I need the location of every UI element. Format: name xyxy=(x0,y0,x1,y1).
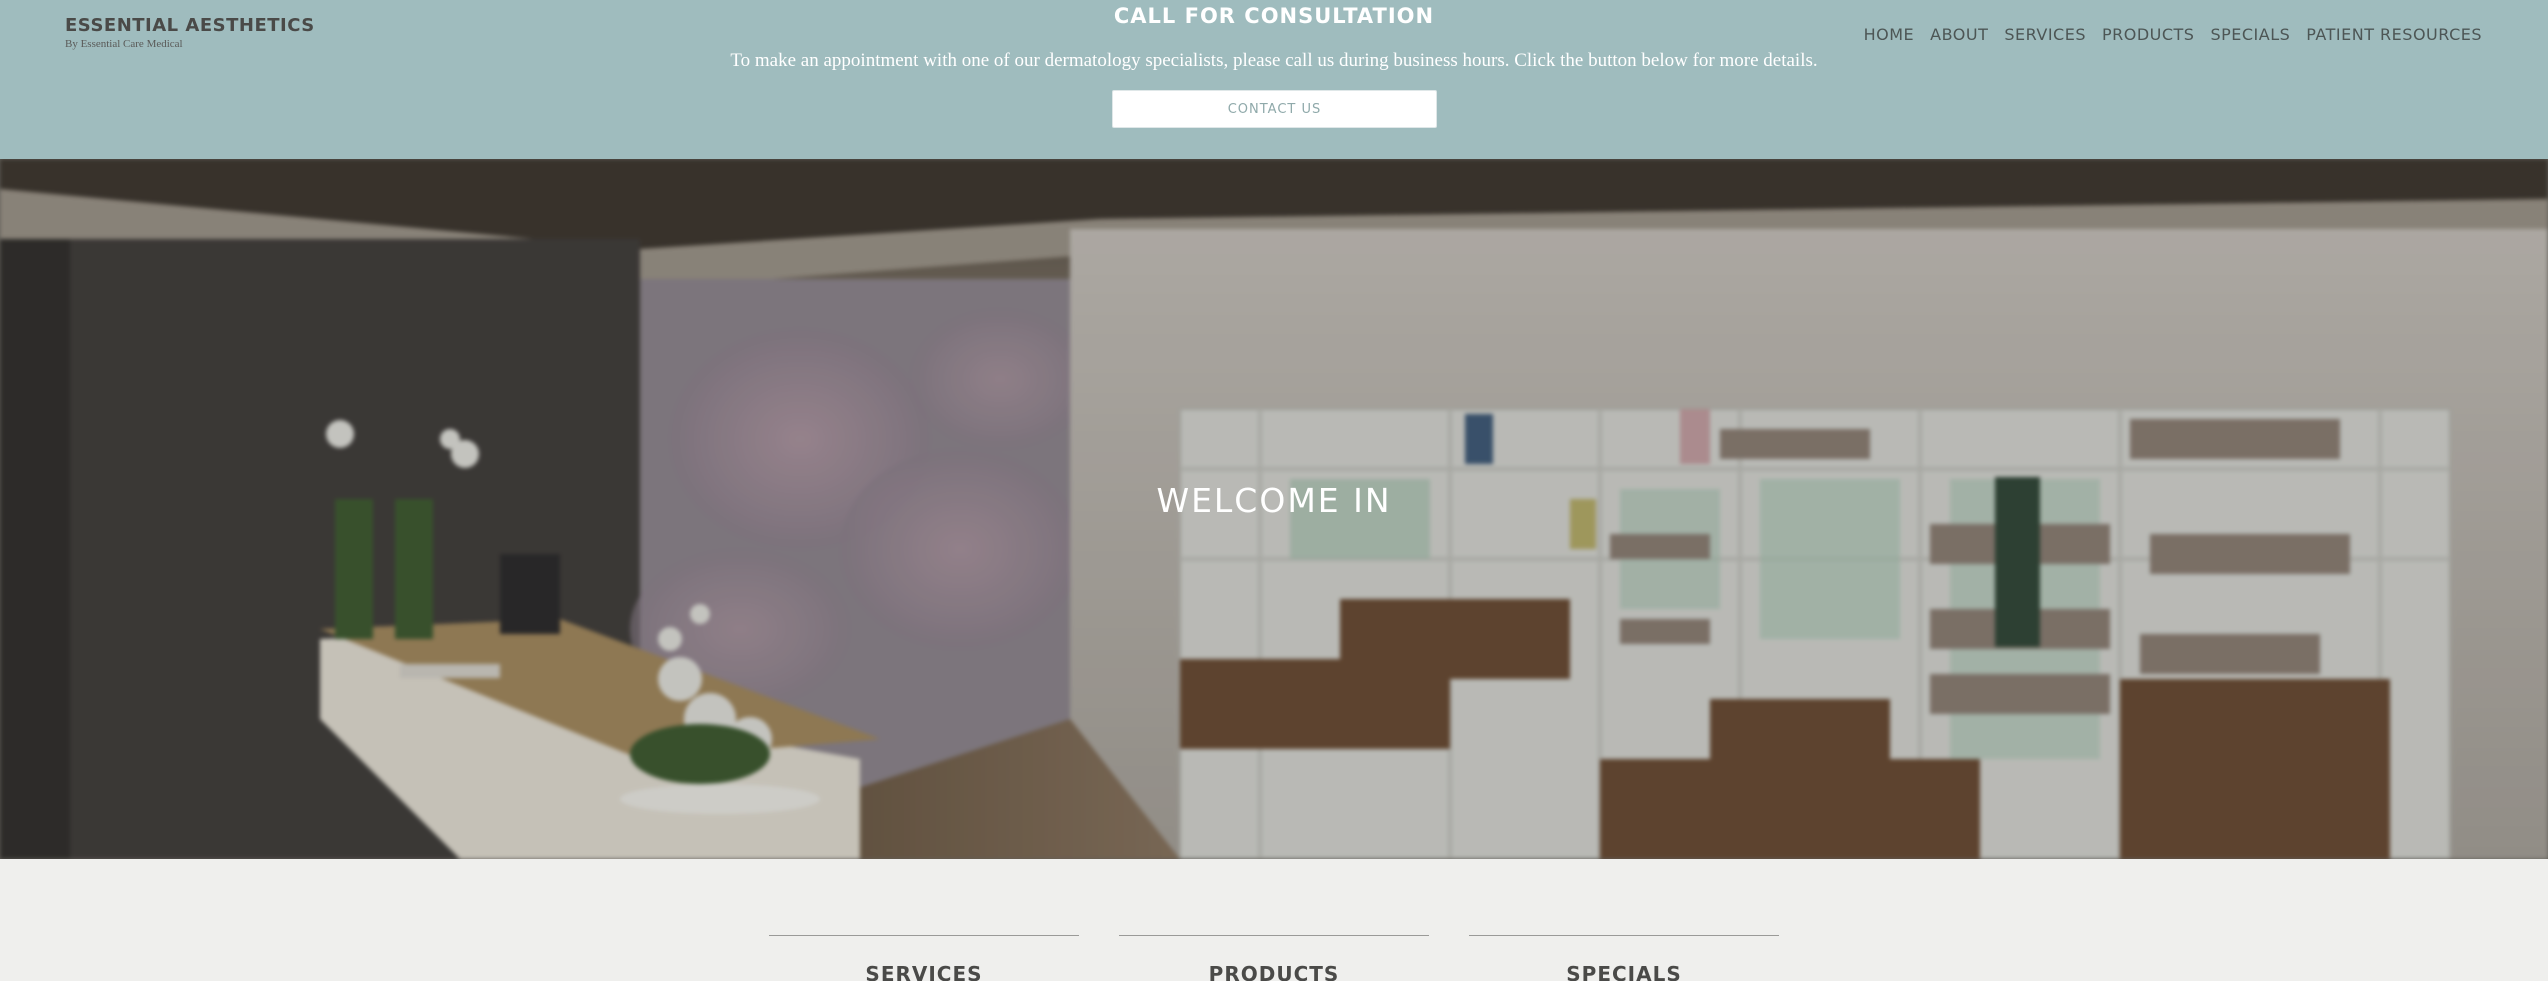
feature-title: PRODUCTS xyxy=(1208,962,1340,981)
nav-item-about[interactable]: ABOUT xyxy=(1930,24,1988,46)
consultation-text: To make an appointment with one of our d… xyxy=(730,50,1818,71)
nav-item-home[interactable]: HOME xyxy=(1864,24,1915,46)
feature-specials[interactable]: SPECIALS xyxy=(1469,935,1779,981)
feature-title: SPECIALS xyxy=(1566,962,1682,981)
divider xyxy=(769,935,1079,936)
feature-products[interactable]: PRODUCTS xyxy=(1119,935,1429,981)
nav-item-products[interactable]: PRODUCTS xyxy=(2102,24,2195,46)
nav-item-specials[interactable]: SPECIALS xyxy=(2210,24,2290,46)
nav-item-patient-resources[interactable]: PATIENT RESOURCES xyxy=(2306,24,2482,46)
hero-title: WELCOME IN xyxy=(1156,481,1392,520)
main-nav: HOME ABOUT SERVICES PRODUCTS SPECIALS PA… xyxy=(1848,24,2482,46)
contact-us-button[interactable]: CONTACT US xyxy=(1112,90,1437,128)
feature-services[interactable]: SERVICES xyxy=(769,935,1079,981)
nav-item-services[interactable]: SERVICES xyxy=(2004,24,2086,46)
feature-title: SERVICES xyxy=(865,962,983,981)
header-band: ESSENTIAL AESTHETICS By Essential Care M… xyxy=(0,0,2548,159)
divider xyxy=(1119,935,1429,936)
hero-section: WELCOME IN xyxy=(0,159,2548,859)
features-section: SERVICES PRODUCTS SPECIALS xyxy=(0,859,2548,981)
divider xyxy=(1469,935,1779,936)
